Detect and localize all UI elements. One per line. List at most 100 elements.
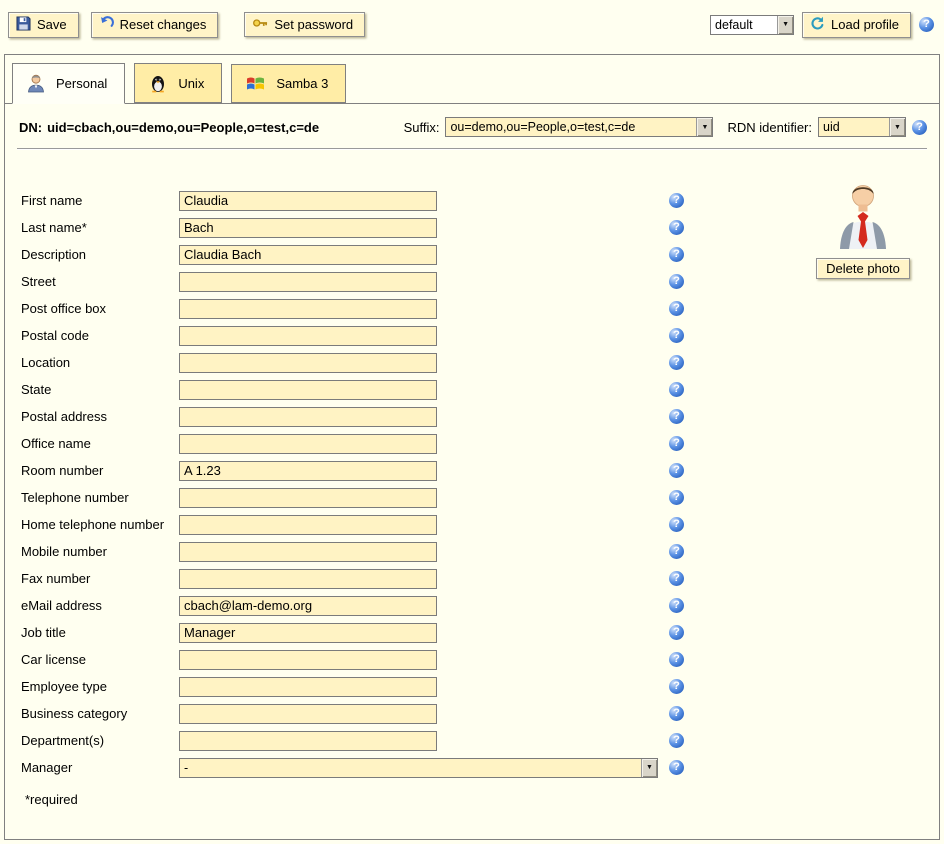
form-row: Room number ?: [21, 460, 939, 481]
tab-samba[interactable]: Samba 3: [231, 64, 346, 103]
save-button[interactable]: Save: [8, 12, 79, 38]
help-icon[interactable]: ?: [669, 382, 684, 397]
reset-changes-button[interactable]: Reset changes: [91, 12, 219, 38]
help-icon[interactable]: ?: [669, 463, 684, 478]
field-input[interactable]: [179, 218, 437, 238]
help-icon[interactable]: ?: [669, 598, 684, 613]
field-control: [179, 218, 669, 238]
tab-personal[interactable]: Personal: [12, 63, 125, 104]
help-icon[interactable]: ?: [669, 652, 684, 667]
help-icon[interactable]: ?: [669, 193, 684, 208]
form-row: State ?: [21, 379, 939, 400]
field-label: Office name: [21, 436, 179, 451]
field-input[interactable]: [179, 245, 437, 265]
form-row: Telephone number ?: [21, 487, 939, 508]
tab-unix[interactable]: Unix: [134, 63, 222, 103]
key-icon: [252, 16, 268, 33]
field-control: [179, 515, 669, 535]
field-label: Employee type: [21, 679, 179, 694]
field-input[interactable]: [179, 731, 437, 751]
field-input[interactable]: [179, 407, 437, 427]
help-icon[interactable]: ?: [669, 220, 684, 235]
help-icon[interactable]: ?: [669, 409, 684, 424]
field-label: Location: [21, 355, 179, 370]
field-control: [179, 353, 669, 373]
field-input[interactable]: [179, 191, 437, 211]
form-row: Office name ?: [21, 433, 939, 454]
field-label: Business category: [21, 706, 179, 721]
chevron-down-icon: ▼: [696, 118, 712, 136]
suffix-select-value: ou=demo,ou=People,o=test,c=de: [446, 118, 696, 136]
chevron-down-icon: ▼: [889, 118, 905, 136]
field-input[interactable]: [179, 353, 437, 373]
field-label: Mobile number: [21, 544, 179, 559]
field-input[interactable]: [179, 596, 437, 616]
form-row: Post office box ?: [21, 298, 939, 319]
field-label: Postal code: [21, 328, 179, 343]
field-control: [179, 461, 669, 481]
field-control: [179, 272, 669, 292]
refresh-icon: [810, 16, 825, 34]
field-input[interactable]: [179, 623, 437, 643]
tab-unix-label: Unix: [178, 76, 204, 91]
field-input[interactable]: [179, 650, 437, 670]
help-icon[interactable]: ?: [669, 733, 684, 748]
field-input[interactable]: [179, 488, 437, 508]
rdn-select-value: uid: [819, 118, 889, 136]
windows-icon: [245, 74, 266, 93]
set-password-button[interactable]: Set password: [244, 12, 365, 37]
field-input[interactable]: [179, 272, 437, 292]
field-select[interactable]: - ▼: [179, 758, 658, 778]
field-input[interactable]: [179, 542, 437, 562]
help-icon[interactable]: ?: [669, 274, 684, 289]
user-photo: [836, 181, 890, 252]
required-note-wrap: *required: [5, 792, 939, 807]
field-input[interactable]: [179, 569, 437, 589]
suffix-select[interactable]: ou=demo,ou=People,o=test,c=de ▼: [445, 117, 713, 137]
field-input[interactable]: [179, 299, 437, 319]
field-control: [179, 731, 669, 751]
help-icon[interactable]: ?: [669, 490, 684, 505]
suffix-group: Suffix: ou=demo,ou=People,o=test,c=de ▼: [404, 117, 714, 137]
rdn-select[interactable]: uid ▼: [818, 117, 906, 137]
field-input[interactable]: [179, 677, 437, 697]
help-icon[interactable]: ?: [669, 436, 684, 451]
help-icon[interactable]: ?: [669, 544, 684, 559]
help-icon[interactable]: ?: [669, 517, 684, 532]
undo-arrow-icon: [99, 16, 114, 34]
content-box: Personal Unix Samba 3 DN: uid=cbach,ou=d…: [4, 54, 940, 840]
field-label: Post office box: [21, 301, 179, 316]
help-icon[interactable]: ?: [669, 571, 684, 586]
form-rows: First name ? Last name* ? Description ? …: [5, 150, 939, 778]
field-label: Manager: [21, 760, 179, 775]
help-icon[interactable]: ?: [669, 625, 684, 640]
dn-bar: DN: uid=cbach,ou=demo,ou=People,o=test,c…: [5, 104, 939, 146]
field-input[interactable]: [179, 380, 437, 400]
help-icon[interactable]: ?: [669, 760, 684, 775]
field-select-value: -: [180, 759, 641, 777]
chevron-down-icon: ▼: [777, 16, 793, 34]
help-icon[interactable]: ?: [669, 301, 684, 316]
profile-select-value: default: [711, 16, 777, 34]
load-profile-button[interactable]: Load profile: [802, 12, 911, 38]
help-icon[interactable]: ?: [912, 120, 927, 135]
delete-photo-button[interactable]: Delete photo: [816, 258, 910, 279]
field-input[interactable]: [179, 434, 437, 454]
field-label: Job title: [21, 625, 179, 640]
delete-photo-label: Delete photo: [826, 261, 900, 276]
help-icon[interactable]: ?: [669, 706, 684, 721]
field-input[interactable]: [179, 515, 437, 535]
field-control: [179, 299, 669, 319]
photo-panel: Delete photo: [801, 181, 925, 279]
load-profile-label: Load profile: [831, 17, 899, 32]
help-icon[interactable]: ?: [669, 247, 684, 262]
field-input[interactable]: [179, 461, 437, 481]
help-icon[interactable]: ?: [669, 355, 684, 370]
field-input[interactable]: [179, 704, 437, 724]
profile-select[interactable]: default ▼: [710, 15, 794, 35]
form-row: Location ?: [21, 352, 939, 373]
field-input[interactable]: [179, 326, 437, 346]
help-icon[interactable]: ?: [919, 17, 934, 32]
help-icon[interactable]: ?: [669, 328, 684, 343]
help-icon[interactable]: ?: [669, 679, 684, 694]
